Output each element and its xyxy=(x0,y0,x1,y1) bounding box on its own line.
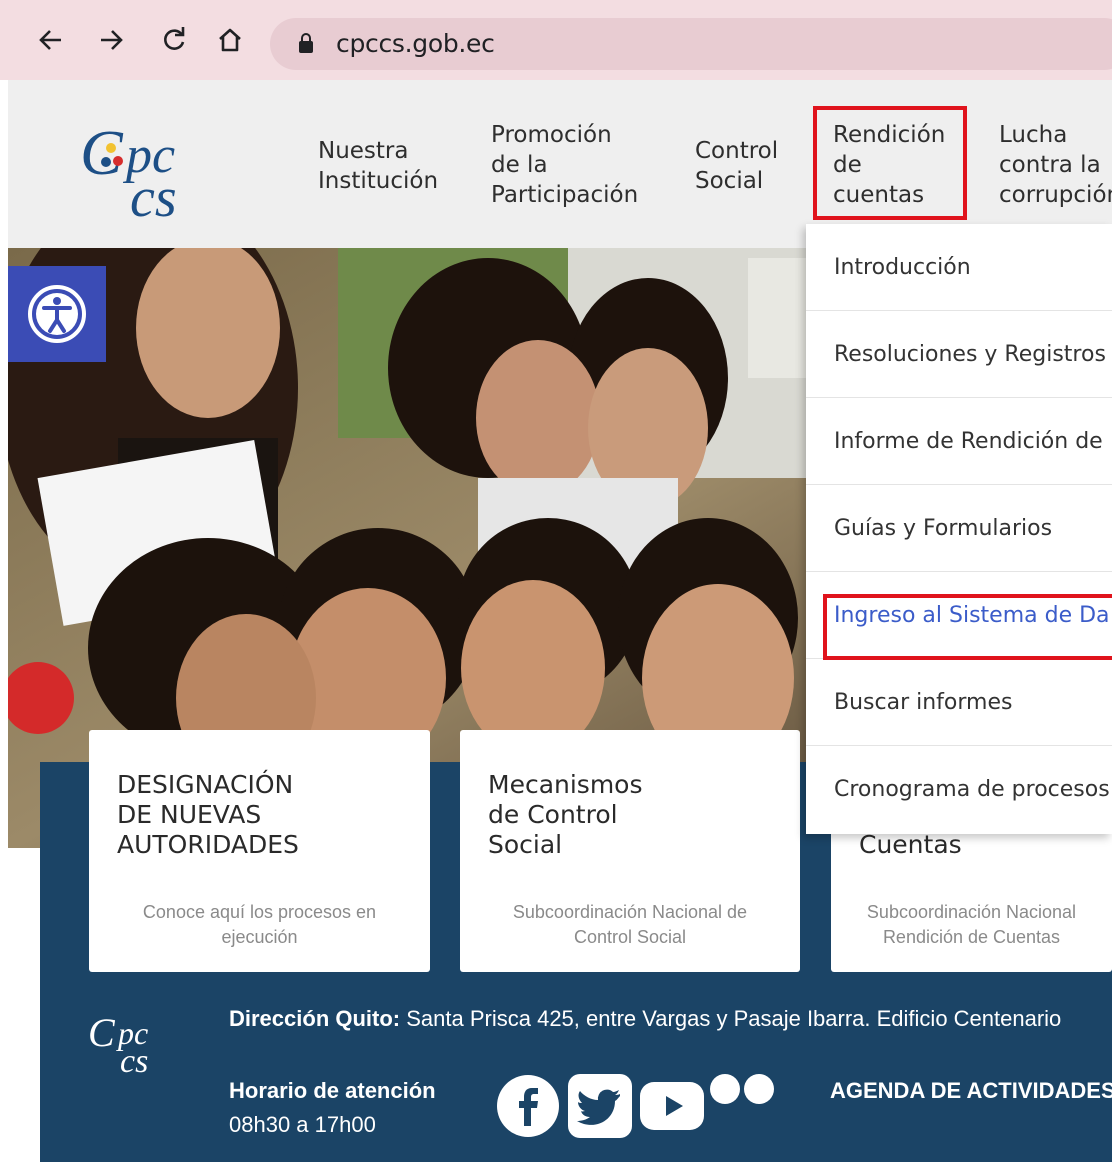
card-title: DESIGNACIÓN DE NUEVAS AUTORIDADES xyxy=(117,770,299,859)
agenda-label[interactable]: AGENDA DE ACTIVIDADES xyxy=(830,1078,1112,1104)
highlight-rendicion xyxy=(813,106,967,220)
home-button[interactable] xyxy=(212,22,248,58)
menu-item-buscar-informes[interactable]: Buscar informes xyxy=(806,659,1112,746)
reload-icon xyxy=(164,27,185,50)
footer-logo: C pc cs xyxy=(88,1010,148,1074)
menu-item-resoluciones[interactable]: Resoluciones y Registros xyxy=(806,311,1112,398)
cpccs-logo: C pc cs xyxy=(80,117,177,222)
accessibility-button[interactable] xyxy=(8,266,106,362)
menu-item-guias[interactable]: Guías y Formularios xyxy=(806,485,1112,572)
accessibility-icon xyxy=(28,285,86,343)
svg-text:C: C xyxy=(88,1010,116,1055)
hours-label: Horario de atención xyxy=(229,1078,436,1103)
footer-address: Dirección Quito: Santa Prisca 425, entre… xyxy=(229,1006,1061,1032)
nav-lucha-corrupcion[interactable]: Lucha contra la corrupción xyxy=(999,120,1112,210)
svg-text:cs: cs xyxy=(120,1043,148,1074)
youtube-icon[interactable] xyxy=(640,1078,704,1134)
card-title: Mecanismos de Control Social xyxy=(488,770,643,859)
arrow-left-icon xyxy=(39,30,61,50)
card-subtitle: Subcoordinación Nacional de Control Soci… xyxy=(512,902,748,947)
card-title: Cuentas xyxy=(859,830,962,859)
svg-text:cs: cs xyxy=(130,167,177,222)
menu-item-introduccion[interactable]: Introducción xyxy=(806,224,1112,311)
facebook-icon[interactable] xyxy=(496,1074,560,1138)
nav-control-social[interactable]: Control Social xyxy=(695,136,778,196)
rendicion-dropdown: Introducción Resoluciones y Registros In… xyxy=(806,224,1112,834)
hours-value: 08h30 a 17h00 xyxy=(229,1112,376,1137)
reload-button[interactable] xyxy=(156,22,192,58)
home-icon xyxy=(219,28,241,52)
nav-nuestra-institucion[interactable]: Nuestra Institución xyxy=(318,136,438,196)
card-designacion[interactable]: DESIGNACIÓN DE NUEVAS AUTORIDADES Conoce… xyxy=(89,730,430,972)
address-text: Santa Prisca 425, entre Vargas y Pasaje … xyxy=(400,1006,1062,1031)
lock-icon xyxy=(299,33,313,53)
card-subtitle: Conoce aquí los procesos en ejecución xyxy=(142,902,377,947)
svg-text:C: C xyxy=(80,117,124,188)
browser-toolbar: cpccs.gob.ec xyxy=(0,0,1112,80)
address-label: Dirección Quito: xyxy=(229,1006,401,1031)
arrow-right-icon xyxy=(101,30,123,50)
twitter-icon[interactable] xyxy=(568,1074,632,1138)
highlight-ingreso xyxy=(823,594,1112,660)
menu-item-cronograma[interactable]: Cronograma de procesos xyxy=(806,746,1112,833)
flickr-icon[interactable] xyxy=(708,1072,776,1106)
back-button[interactable] xyxy=(32,22,68,58)
card-subtitle: Subcoordinación Nacional Rendición de Cu… xyxy=(866,902,1077,947)
forward-button[interactable] xyxy=(94,22,130,58)
menu-item-informe[interactable]: Informe de Rendición de xyxy=(806,398,1112,485)
url-text[interactable]: cpccs.gob.ec xyxy=(336,29,495,58)
card-mecanismos[interactable]: Mecanismos de Control Social Subcoordina… xyxy=(460,730,800,972)
nav-promocion-participacion[interactable]: Promoción de la Participación xyxy=(491,120,638,210)
